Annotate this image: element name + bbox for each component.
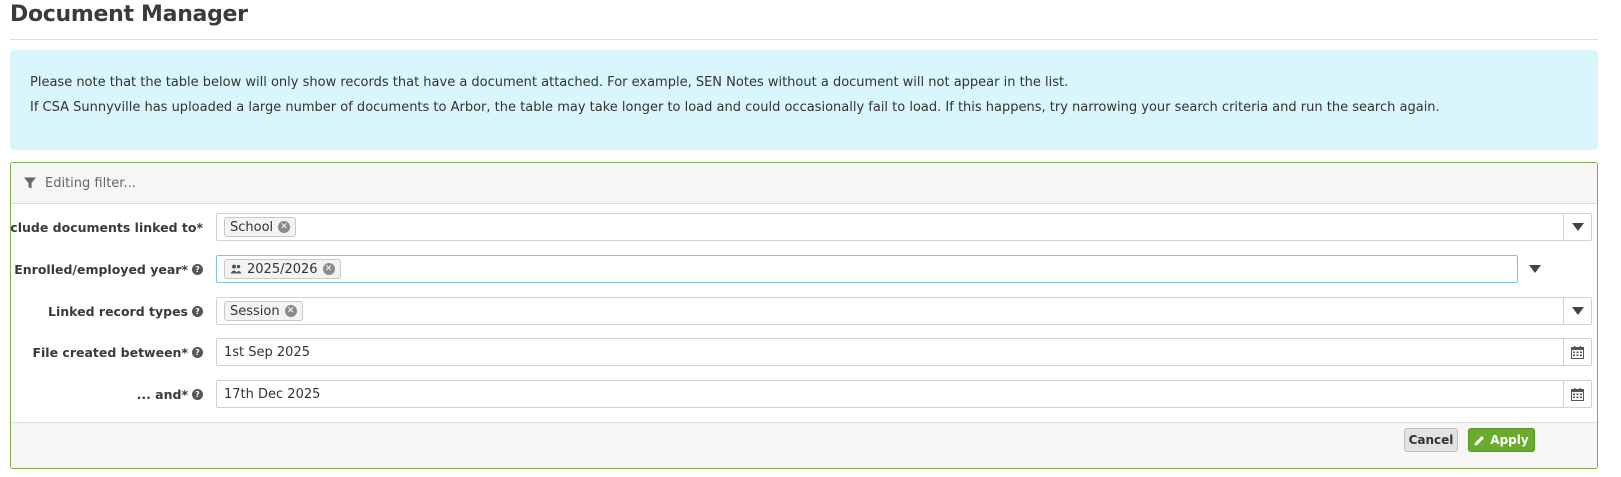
filter-header-label: Editing filter... [45, 175, 136, 191]
filter-footer: Cancel Apply [11, 422, 1597, 468]
help-icon[interactable]: ? [192, 305, 203, 317]
filter-row-created-to: ... and* ? 17th Dec 2025 [11, 379, 1597, 409]
year-label: Enrolled/employed year* ? [11, 262, 208, 277]
tag-session: Session ✕ [224, 301, 303, 321]
filter-header: Editing filter... [11, 163, 1597, 204]
tag-label: 2025/2026 [247, 261, 318, 277]
info-notice: Please note that the table below will on… [10, 50, 1598, 150]
tag-label: School [230, 219, 274, 235]
notice-line-1: Please note that the table below will on… [30, 75, 1069, 90]
remove-tag-icon[interactable]: ✕ [322, 263, 335, 275]
created-from-date-input[interactable]: 1st Sep 2025 [216, 338, 1592, 366]
chevron-down-icon[interactable] [1563, 298, 1591, 324]
created-from-label: File created between* ? [11, 345, 208, 360]
apply-label: Apply [1490, 433, 1529, 447]
title-divider [10, 39, 1598, 40]
calendar-icon[interactable] [1563, 339, 1591, 365]
filter-row-year: Enrolled/employed year* ? 2025/2026 ✕ [11, 254, 1597, 284]
users-icon [230, 264, 242, 274]
apply-button[interactable]: Apply [1468, 428, 1535, 452]
help-icon[interactable]: ? [192, 346, 203, 358]
record-types-label: Linked record types ? [11, 304, 208, 319]
calendar-icon[interactable] [1563, 381, 1591, 407]
filter-icon [23, 176, 37, 190]
linked-to-label: Include documents linked to* [10, 219, 203, 235]
date-value: 1st Sep 2025 [224, 344, 310, 360]
chevron-down-icon[interactable] [1563, 214, 1591, 240]
tag-year: 2025/2026 ✕ [224, 259, 341, 279]
chevron-down-icon[interactable] [1521, 255, 1549, 283]
date-value: 17th Dec 2025 [224, 386, 321, 402]
page: Document Manager Please note that the ta… [0, 0, 1621, 477]
filter-row-record-types: Linked record types ? Session ✕ [11, 296, 1597, 326]
remove-tag-icon[interactable]: ✕ [284, 305, 297, 317]
remove-tag-icon[interactable]: ✕ [278, 221, 291, 233]
help-icon[interactable]: ? [192, 263, 203, 275]
notice-line-2: If CSA Sunnyville has uploaded a large n… [30, 100, 1440, 115]
created-to-date-input[interactable]: 17th Dec 2025 [216, 380, 1592, 408]
cancel-button[interactable]: Cancel [1404, 428, 1458, 452]
filter-panel: Editing filter... Include documents link… [10, 162, 1598, 469]
created-to-label: ... and* ? [11, 387, 208, 402]
record-types-select[interactable]: Session ✕ [216, 297, 1592, 325]
filter-row-linked-to: Include documents linked to* School ✕ [10, 212, 1597, 242]
tag-label: Session [230, 303, 280, 319]
year-select[interactable]: 2025/2026 ✕ [216, 255, 1518, 283]
filter-row-created-from: File created between* ? 1st Sep 2025 [11, 337, 1597, 367]
tag-school: School ✕ [224, 217, 297, 237]
linked-to-select[interactable]: School ✕ [216, 213, 1592, 241]
pencil-icon [1474, 435, 1485, 446]
help-icon[interactable]: ? [192, 388, 203, 400]
page-title: Document Manager [10, 2, 248, 27]
